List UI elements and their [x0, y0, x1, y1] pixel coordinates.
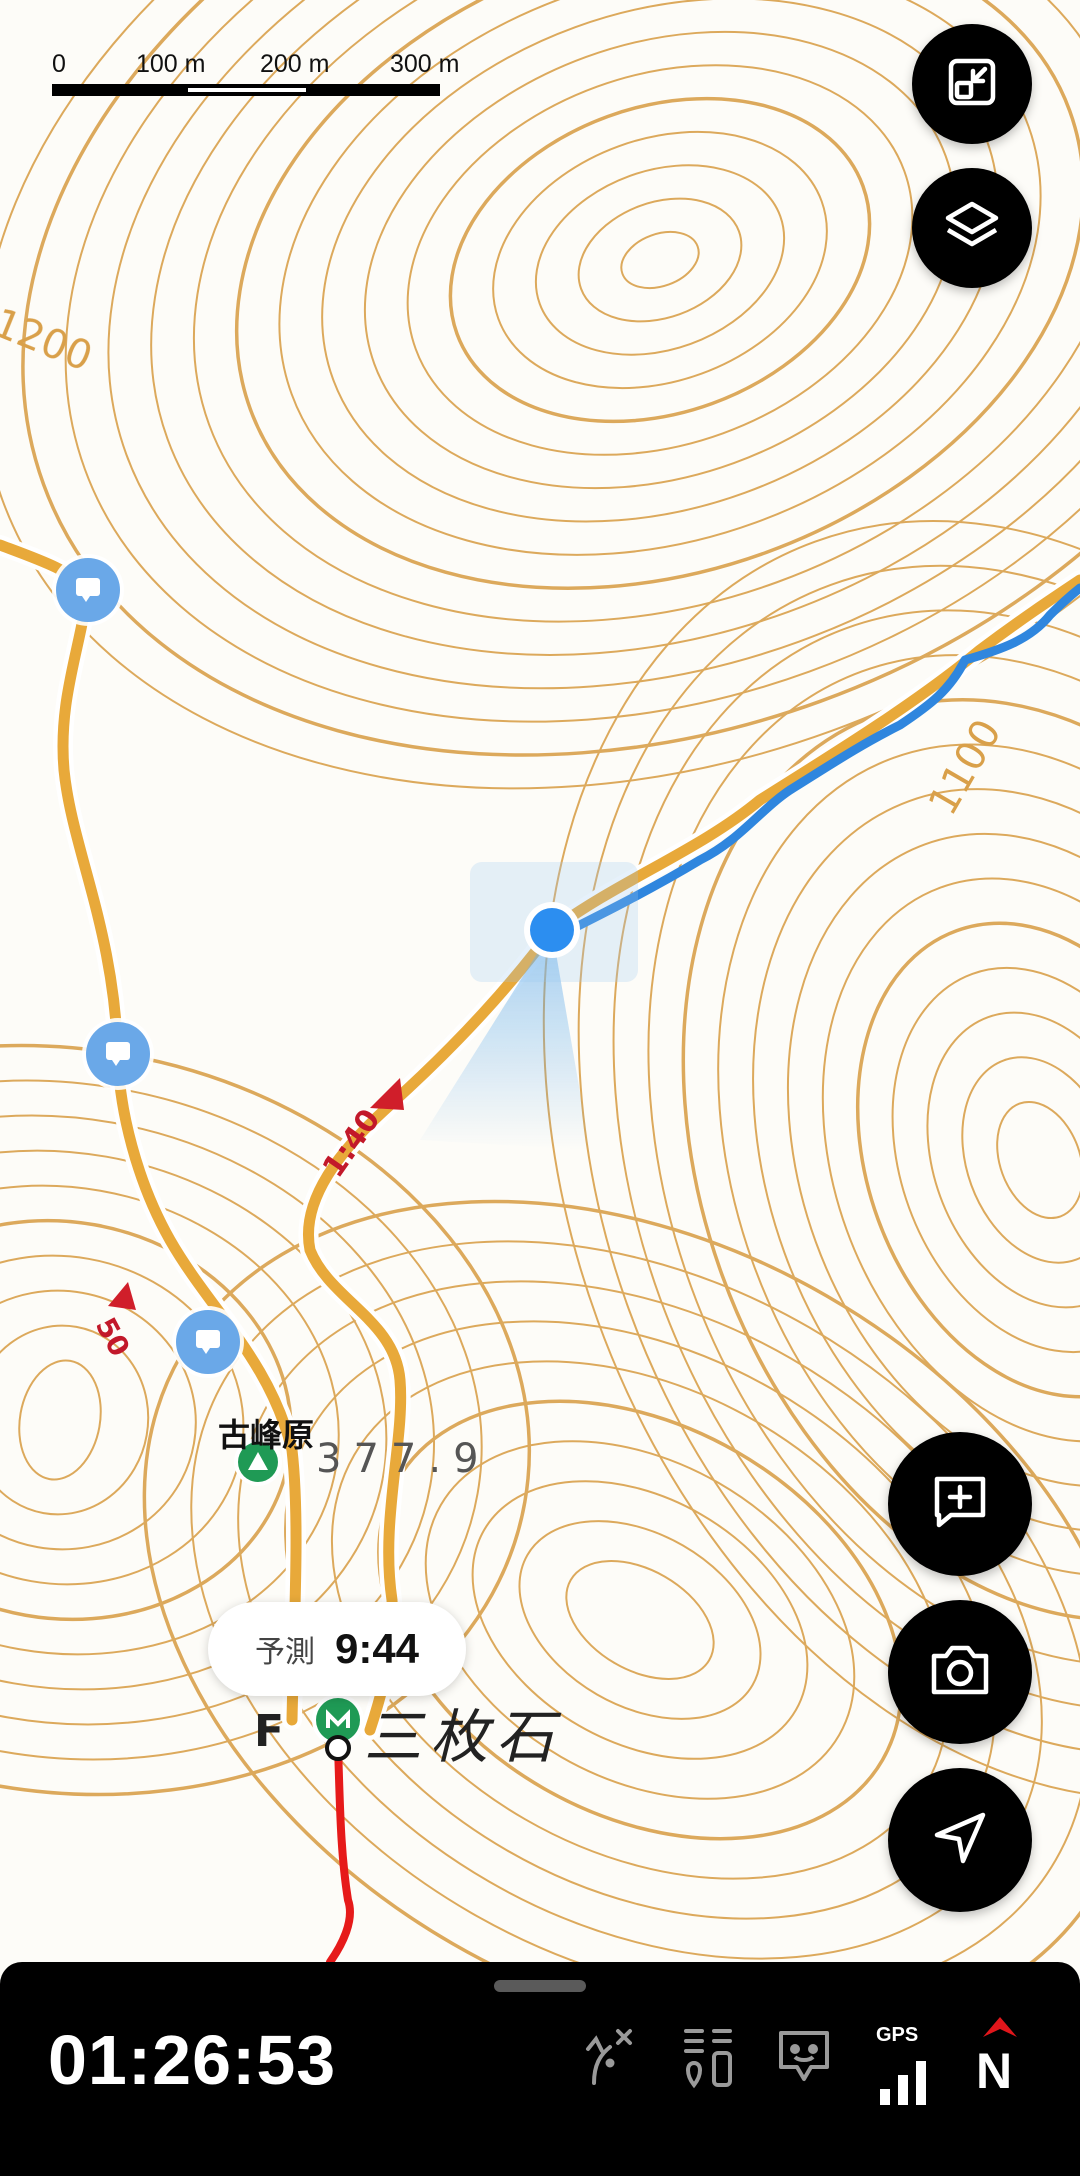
planned-route: [326, 1744, 354, 1962]
waypoint-pin: [172, 1306, 244, 1378]
sheet-drag-handle[interactable]: [494, 1980, 586, 1992]
prediction-label: 予測: [254, 1635, 315, 1670]
contour-line: [0, 1289, 197, 1551]
contour-line: [996, 1100, 1080, 1220]
gps-label: GPS: [876, 2024, 919, 2046]
navigation-arrow-icon: [931, 1809, 989, 1872]
message-status-icon[interactable]: [772, 2020, 836, 2092]
scale-label: 0: [52, 50, 66, 78]
fullscreen-exit-icon: [945, 55, 999, 114]
camera-icon: [928, 1642, 992, 1703]
site-partial-label: F: [254, 1706, 285, 1757]
waypoint-pin: [82, 1018, 154, 1090]
contour-line: [18, 1359, 102, 1481]
predicted-arrival-bubble[interactable]: 予測 9:44: [208, 1602, 466, 1696]
navigate-button[interactable]: [888, 1768, 1032, 1912]
contour-line: [855, 921, 1080, 1399]
site-name-label: 三枚石: [364, 1703, 563, 1771]
layers-button[interactable]: [912, 168, 1032, 288]
gps-signal-icon[interactable]: [872, 2046, 936, 2118]
contour-line: [926, 1011, 1080, 1309]
contour-line: [492, 130, 828, 390]
layers-icon: [942, 196, 1002, 261]
scale-bar: 0 100 m 200 m 300 m: [52, 50, 492, 110]
contour-line: [64, 0, 1080, 723]
camera-button[interactable]: [888, 1600, 1032, 1744]
direction-arrow: [370, 1078, 404, 1110]
route-points-icon[interactable]: [676, 2020, 740, 2092]
fullscreen-button[interactable]: [912, 24, 1032, 144]
scale-line-segment: [188, 88, 306, 92]
add-comment-icon: [929, 1471, 991, 1538]
contour-line: [577, 197, 743, 323]
contour-line: [534, 164, 786, 356]
prediction-time: 9:44: [334, 1625, 420, 1672]
compass-north-label: N: [976, 2043, 1013, 2099]
contour-line: [0, 1324, 150, 1516]
contour-line: [620, 230, 700, 290]
off-route-icon[interactable]: [578, 2020, 642, 2092]
contour-line: [891, 966, 1080, 1354]
contour-line: [0, 0, 1080, 790]
add-note-button[interactable]: [888, 1432, 1032, 1576]
scale-label: 200 m: [260, 50, 330, 78]
elevation-label: 377.9: [316, 1436, 491, 1482]
direction-arrow: [108, 1282, 136, 1310]
compass-north-icon[interactable]: [968, 2012, 1032, 2042]
contour-line: [21, 0, 1080, 757]
scale-label: 300 m: [390, 50, 460, 78]
elapsed-time: 01:26:53: [48, 2021, 337, 2099]
route-start-node: [325, 1735, 351, 1761]
waypoint-pin: [52, 554, 124, 626]
peak-name-label: 古峰原: [218, 1416, 315, 1454]
bottom-sheet[interactable]: 01:26:53 GPS N: [0, 1962, 1080, 2176]
scale-label: 100 m: [136, 50, 206, 78]
contour-line: [961, 1056, 1080, 1264]
